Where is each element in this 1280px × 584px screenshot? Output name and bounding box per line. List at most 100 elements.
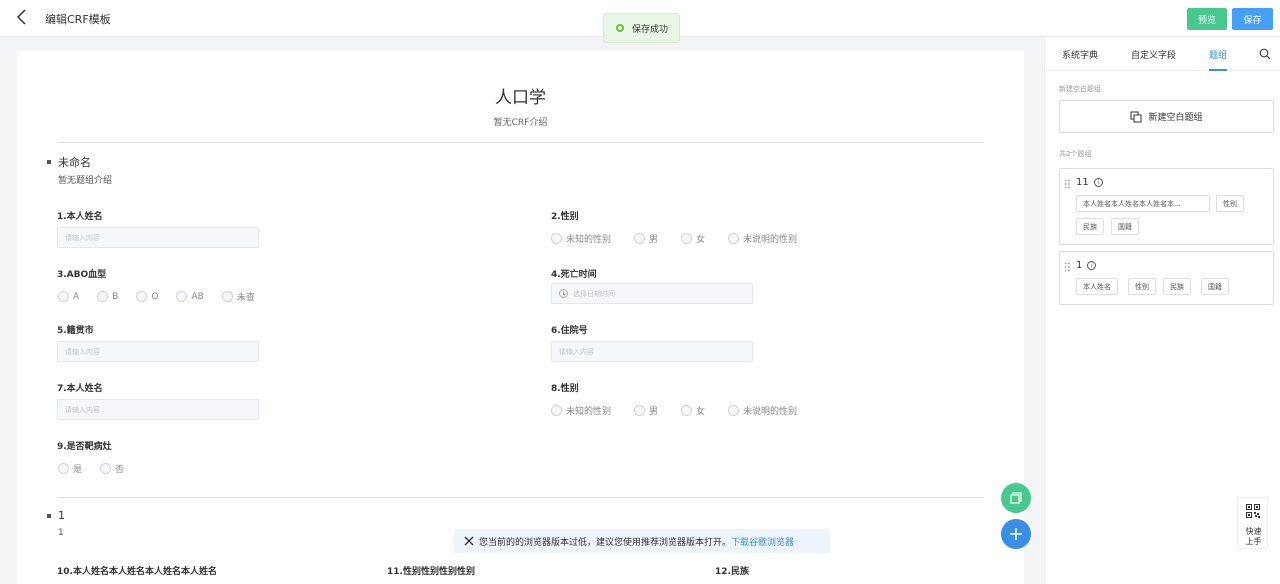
gender-radio-group: 未知的性别 男 女 未说明的性别 — [551, 404, 820, 417]
clock-icon — [559, 289, 568, 298]
question-label: 11.性别性别性别性别 — [387, 567, 475, 577]
success-toast: 保存成功 — [603, 13, 680, 43]
bullet-icon — [47, 160, 51, 164]
group-card-name: 11 — [1076, 177, 1089, 188]
drag-handle-icon[interactable] — [1064, 179, 1071, 189]
field-chip: 民族 — [1163, 278, 1191, 295]
toast-message: 保存成功 — [632, 24, 669, 35]
input-placeholder: 请输入内容 — [559, 347, 594, 356]
field-chip: 本人姓名本人姓名本人姓名本... — [1076, 195, 1210, 212]
back-arrow-icon[interactable] — [14, 8, 30, 26]
radio-option[interactable]: 男 — [634, 404, 658, 417]
browser-warning-banner: 您当前的的浏览器版本过低，建议您使用推荐浏览器版本打开。 下载谷歌浏览器 — [454, 529, 830, 553]
quick-start-line: 快速 — [1245, 527, 1262, 536]
preview-button[interactable]: 预览 — [1187, 8, 1227, 30]
drag-handle-icon[interactable] — [1064, 262, 1071, 272]
banner-text: 您当前的的浏览器版本过低，建议您使用推荐浏览器版本打开。 — [479, 537, 732, 548]
input-placeholder: 请输入内容 — [65, 233, 100, 242]
plus-icon — [1010, 528, 1022, 540]
tab-custom-fields[interactable]: 自定义字段 — [1131, 48, 1176, 61]
tab-system-dictionary[interactable]: 系统字典 — [1062, 48, 1098, 61]
admission-number-input[interactable]: 请输入内容 — [551, 341, 753, 362]
form-title: 人口学 — [495, 88, 546, 108]
qr-code-icon — [1246, 504, 1260, 518]
question-label: 7.本人姓名 — [57, 384, 103, 394]
radio-option[interactable]: 女 — [681, 404, 705, 417]
bullet-icon — [47, 513, 51, 518]
question-label: 8.性别 — [551, 384, 579, 394]
group-count-caption: 共2个题组 — [1059, 150, 1092, 158]
group-card-name: 1 — [1076, 260, 1083, 271]
close-icon[interactable] — [463, 535, 475, 547]
radio-option[interactable]: AB — [176, 291, 204, 302]
quick-start-label: 快速 上手 — [1238, 527, 1269, 547]
tab-question-groups[interactable]: 题组 — [1209, 48, 1227, 61]
active-tab-indicator — [1209, 69, 1227, 71]
divider — [57, 497, 984, 498]
radio-option[interactable]: 未查 — [221, 290, 255, 303]
native-city-input[interactable]: 请输入内容 — [57, 341, 259, 362]
target-lesion-radio-group: 是 否 — [58, 462, 142, 475]
death-time-picker[interactable]: 选择日期时间 — [551, 283, 753, 304]
radio-option[interactable]: 未说明的性别 — [728, 404, 797, 417]
question-label: 5.籍贯市 — [57, 326, 94, 336]
radio-option[interactable]: 未知的性别 — [551, 232, 611, 245]
copy-icon — [1130, 110, 1143, 123]
form-intro: 暂无CRF介绍 — [493, 118, 548, 128]
new-blank-group-button[interactable]: 新建空白题组 — [1059, 100, 1274, 133]
copy-fab-button[interactable] — [1001, 483, 1031, 513]
radio-option[interactable]: A — [58, 291, 79, 302]
name-input[interactable]: 请输入内容 — [57, 227, 259, 248]
question-label: 3.ABO血型 — [57, 270, 107, 280]
info-icon[interactable]: i — [1087, 261, 1097, 270]
info-icon[interactable]: i — [1093, 178, 1103, 187]
field-chip: 国籍 — [1201, 278, 1229, 295]
group-title: 1 — [47, 509, 65, 522]
divider — [57, 142, 984, 143]
radio-option[interactable]: 是 — [58, 462, 82, 475]
download-chrome-link[interactable]: 下载谷歌浏览器 — [731, 535, 794, 548]
group-name: 1 — [58, 509, 65, 522]
radio-option[interactable]: B — [97, 291, 118, 302]
name-input[interactable]: 请输入内容 — [57, 399, 259, 420]
question-label: 10.本人姓名本人姓名本人姓名本人姓名 — [57, 567, 217, 577]
group-card-title: 1i — [1076, 260, 1097, 271]
gender-radio-group: 未知的性别 男 女 未说明的性别 — [551, 232, 820, 245]
blood-type-radio-group: A B O AB 未查 — [58, 290, 273, 303]
radio-option[interactable]: 否 — [100, 462, 124, 475]
field-chip: 本人姓名 — [1076, 278, 1118, 295]
group-card[interactable]: 1i 本人姓名 性别 民族 国籍 — [1059, 251, 1274, 305]
group-intro: 1 — [58, 528, 64, 538]
radio-option[interactable]: 未知的性别 — [551, 404, 611, 417]
new-group-caption: 新建空白题组 — [1059, 85, 1101, 93]
radio-option[interactable]: O — [136, 291, 158, 302]
question-label: 9.是否靶病灶 — [57, 442, 112, 452]
field-chip: 国籍 — [1111, 218, 1139, 235]
field-chip: 民族 — [1076, 218, 1104, 235]
success-check-icon — [616, 24, 624, 32]
group-card[interactable]: 11 i 本人姓名本人姓名本人姓名本... 性别 民族 国籍 — [1059, 168, 1274, 245]
field-chip: 性别 — [1128, 278, 1156, 295]
radio-option[interactable]: 女 — [681, 232, 705, 245]
search-icon[interactable] — [1259, 48, 1271, 60]
add-fab-button[interactable] — [1001, 519, 1031, 549]
radio-option[interactable]: 男 — [634, 232, 658, 245]
group-card-title: 11 i — [1076, 177, 1103, 188]
question-label: 12.民族 — [715, 567, 749, 577]
panel-tabs: 系统字典 自定义字段 题组 — [1045, 37, 1280, 71]
quick-start-line: 上手 — [1245, 537, 1262, 546]
question-label: 6.住院号 — [551, 326, 588, 336]
new-group-label: 新建空白题组 — [1148, 113, 1203, 123]
group-title: 未命名 — [47, 154, 91, 170]
crf-form-card: 人口学 暂无CRF介绍 未命名 暂无题组介绍 1.本人姓名 请输入内容 2.性别… — [17, 51, 1024, 584]
group-name: 未命名 — [58, 156, 91, 169]
field-chip: 性别 — [1216, 195, 1244, 212]
quick-start-button[interactable]: 快速 上手 — [1237, 497, 1268, 549]
page-title: 编辑CRF模板 — [45, 13, 111, 26]
radio-option[interactable]: 未说明的性别 — [728, 232, 797, 245]
save-button[interactable]: 保存 — [1232, 8, 1273, 30]
copy-icon — [1010, 492, 1022, 504]
question-label: 1.本人姓名 — [57, 212, 103, 222]
group-intro: 暂无题组介绍 — [58, 176, 113, 186]
input-placeholder: 请输入内容 — [65, 347, 100, 356]
